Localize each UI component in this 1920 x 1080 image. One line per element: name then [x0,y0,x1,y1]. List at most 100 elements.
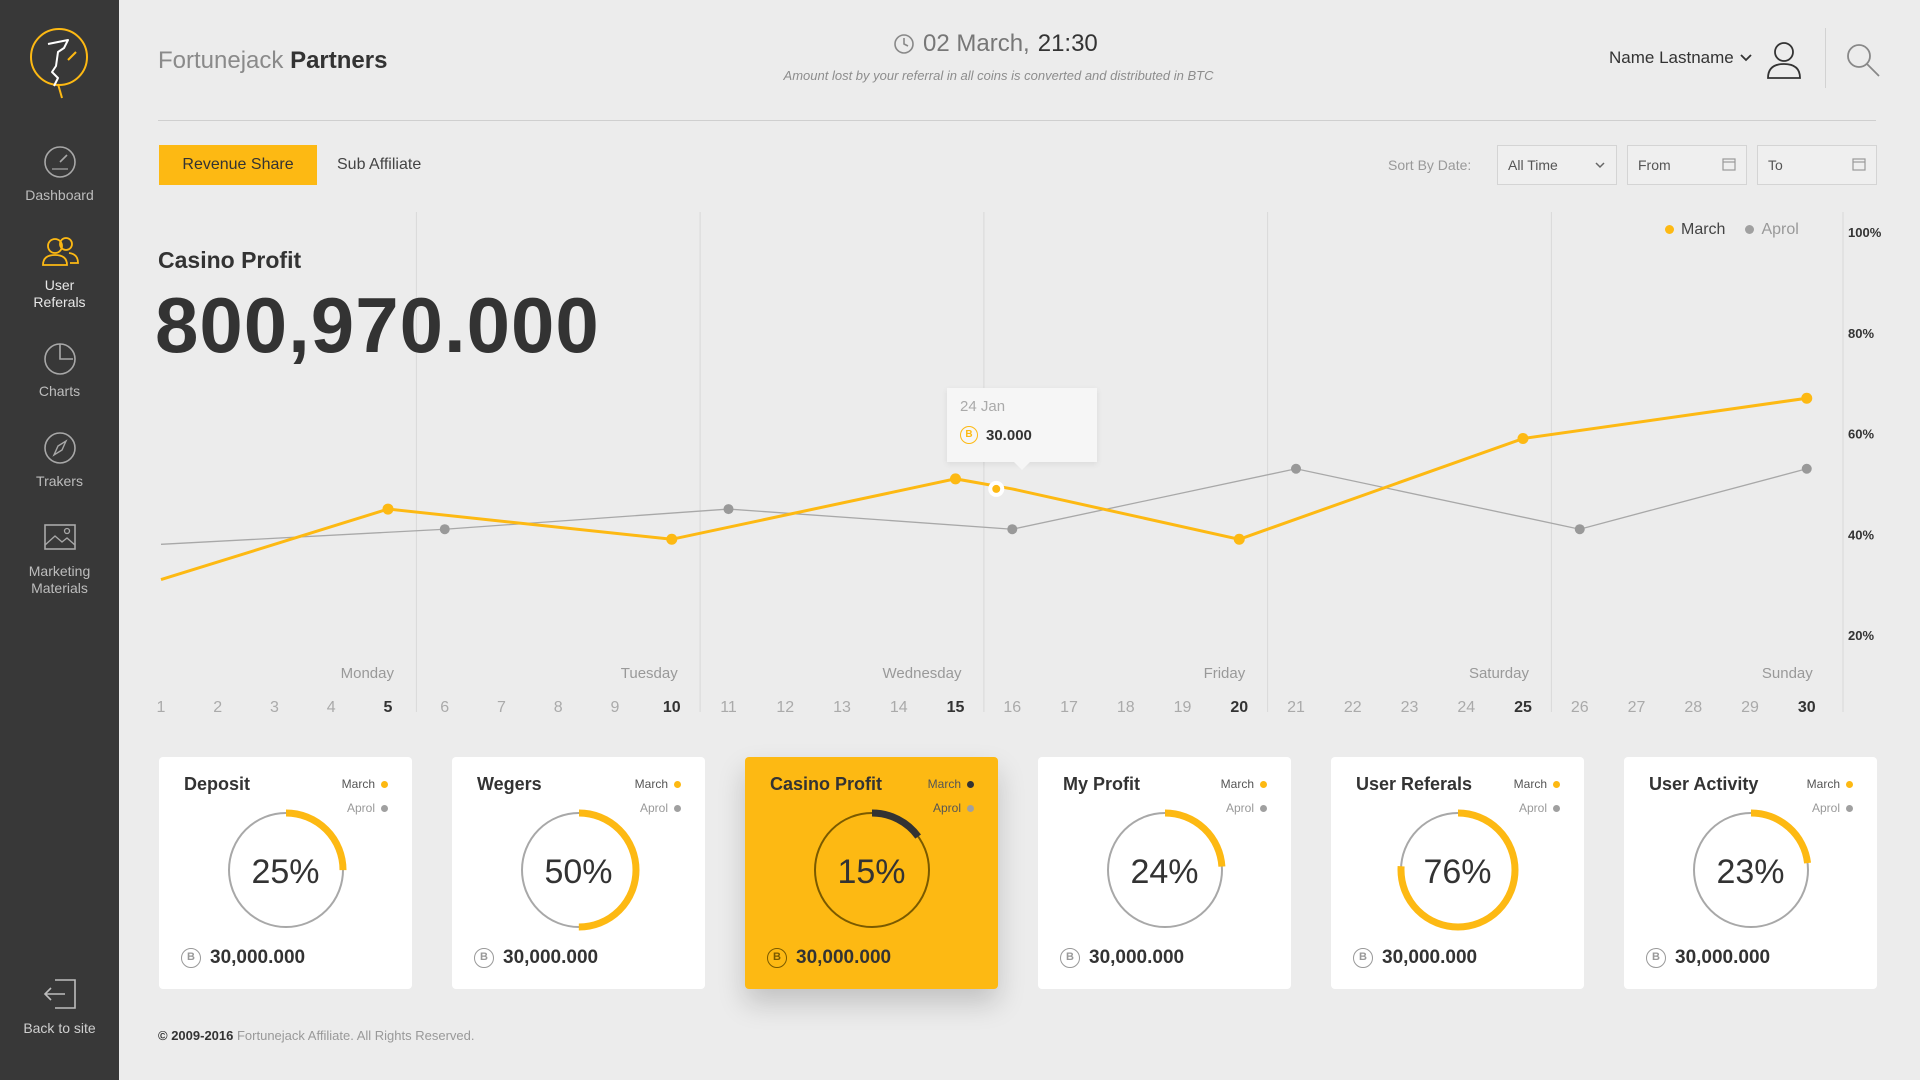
data-point-march [992,484,1001,493]
data-point-march [1517,433,1529,445]
legend-dot [967,780,974,788]
bitcoin-icon: B [1353,948,1373,968]
x-tick-label: 4 [327,699,336,716]
card-amount: B 30,000.000 [767,947,891,969]
footer-years: © 2009-2016 [158,1028,234,1043]
x-tick-label: 29 [1741,699,1759,716]
x-tick-label: 21 [1287,699,1305,716]
card-legend-label: March [1220,777,1254,791]
stat-card-casino-profit[interactable]: Casino Profit March Aprol 15% B 30,000.000 [745,757,998,989]
x-tick-label: 11 [720,699,737,716]
card-percent: 25% [251,853,320,891]
legend-dot [1846,804,1853,812]
x-tick-label: 7 [497,699,506,716]
data-point-march [1233,533,1245,545]
card-amount: B 30,000.000 [1060,947,1184,969]
data-point-march [1801,392,1813,404]
bitcoin-icon: B [1646,948,1666,968]
card-legend-label: Aprol [346,801,375,815]
exit-icon [43,979,76,1009]
data-point-aprol [1291,463,1301,474]
y-tick-label: 80% [1848,326,1874,341]
card-legend-label: Aprol [1518,801,1547,815]
x-tick-label: 18 [1117,699,1135,716]
legend-dot [381,804,388,812]
card-legend-aprol: Aprol [933,801,974,815]
card-legend-march: March [1514,777,1560,791]
card-amount: B 30,000.000 [1646,947,1770,969]
x-tick-label: 13 [833,699,851,716]
stat-card-user-activity[interactable]: User Activity March Aprol 23% B 30,000.000 [1624,757,1877,989]
day-label: Sunday [1762,665,1813,682]
x-tick-label: 30 [1798,699,1816,716]
card-percent: 76% [1423,853,1492,891]
card-percent: 23% [1716,853,1785,891]
x-tick-label: 20 [1230,699,1248,716]
y-tick-label: 60% [1848,427,1874,442]
legend-dot [1665,225,1674,235]
x-tick-label: 9 [611,699,620,716]
chart-tooltip: 24 Jan B 30.000 [947,388,1097,470]
card-amount: B 30,000.000 [1353,947,1477,969]
y-tick-label: 20% [1848,628,1874,643]
data-point-march [666,533,678,545]
x-tick-label: 15 [947,699,965,716]
x-tick-label: 5 [384,699,393,716]
day-label: Monday [341,665,395,682]
card-legend-label: Aprol [1811,801,1840,815]
legend-item-aprol[interactable]: Aprol [1745,221,1799,239]
card-legend-aprol: Aprol [347,801,388,815]
legend-dot [381,780,388,788]
card-percent: 50% [544,853,613,891]
bitcoin-icon: B [767,948,787,968]
tooltip-date: 24 Jan [960,398,1006,415]
x-tick-label: 25 [1514,699,1532,716]
chart-total-value: 800,970.000 [155,281,600,369]
card-legend-label: Aprol [932,801,961,815]
card-legend-aprol: Aprol [1226,801,1267,815]
card-legend-label: March [1513,777,1547,791]
bitcoin-icon: B [181,948,201,968]
x-tick-label: 26 [1571,699,1589,716]
legend-dot [1846,780,1853,788]
x-tick-label: 6 [440,699,449,716]
back-to-site-link[interactable]: Back to site [0,976,119,1036]
data-point-aprol [439,524,450,535]
x-tick-label: 16 [1003,699,1021,716]
x-tick-label: 22 [1344,699,1362,716]
card-legend-march: March [342,777,388,791]
card-percent: 24% [1130,853,1199,891]
card-amount-value: 30,000.000 [796,947,892,968]
legend-label: Aprol [1761,221,1799,238]
y-tick-label: 100% [1848,225,1882,240]
legend-dot [674,780,681,788]
legend-dot [1260,804,1267,812]
card-title: User Referals [1356,774,1473,794]
stat-card-user-referals[interactable]: User Referals March Aprol 76% B 30,000.000 [1331,757,1584,989]
x-tick-label: 27 [1628,699,1646,716]
data-point-aprol [1007,524,1018,535]
stat-card-deposit[interactable]: Deposit March Aprol 25% B 30,000.000 [159,757,412,989]
y-tick-label: 40% [1848,527,1874,542]
card-legend-aprol: Aprol [1812,801,1853,815]
data-point-aprol [1574,524,1585,535]
card-amount: B 30,000.000 [474,947,598,969]
x-tick-label: 28 [1684,699,1702,716]
tooltip-value: B 30.000 [960,426,1032,444]
stat-card-my-profit[interactable]: My Profit March Aprol 24% B 30,000.000 [1038,757,1291,989]
card-legend-label: March [927,777,961,791]
card-legend-aprol: Aprol [1519,801,1560,815]
stat-card-wegers[interactable]: Wegers March Aprol 50% B 30,000.000 [452,757,705,989]
legend-item-march[interactable]: March [1665,221,1725,239]
card-title: My Profit [1063,774,1141,794]
x-tick-label: 8 [554,699,563,716]
x-tick-label: 1 [157,699,166,716]
card-legend-label: Aprol [639,801,668,815]
card-amount-value: 30,000.000 [1382,947,1478,968]
legend-dot [1745,225,1755,235]
card-legend-label: Aprol [1225,801,1254,815]
card-legend-march: March [1221,777,1267,791]
day-label: Wednesday [883,665,962,682]
card-amount-value: 30,000.000 [503,947,599,968]
data-point-aprol [723,504,734,515]
